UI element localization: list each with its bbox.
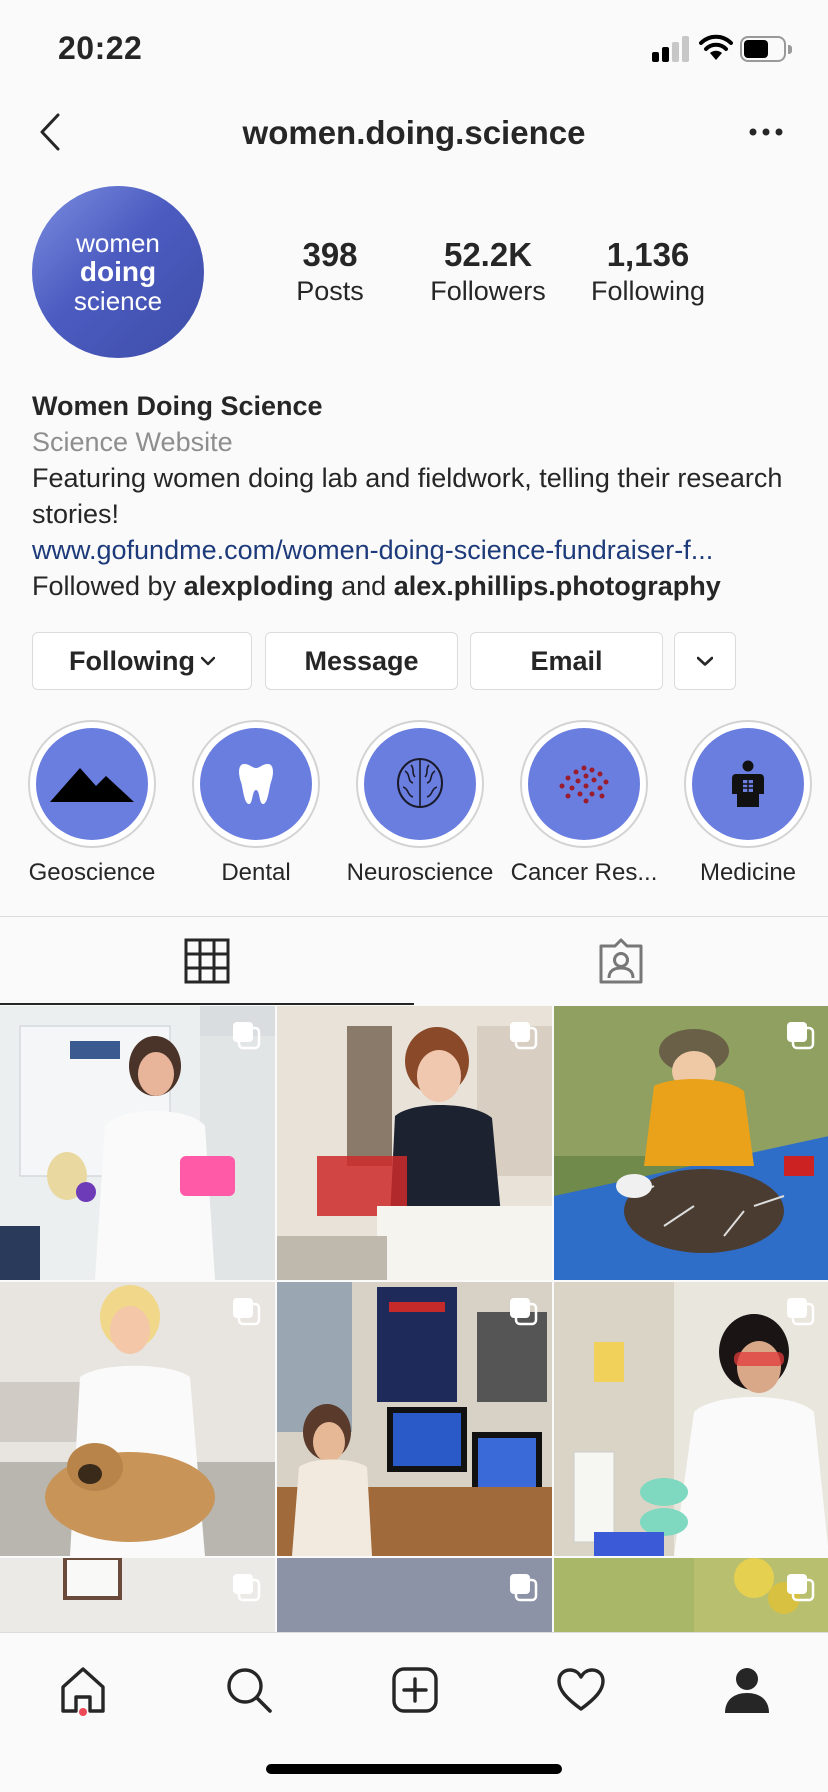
tab-tagged[interactable] (414, 917, 828, 1005)
stat-followers[interactable]: 52.2K Followers (398, 236, 578, 308)
profile-username-title: women.doing.science (242, 114, 586, 151)
highlight-neuroscience[interactable]: Neuroscience (338, 720, 502, 888)
profile-category: Science Website (32, 427, 233, 457)
nav-activity[interactable] (546, 1655, 616, 1725)
grid-icon (184, 938, 230, 984)
bio-text: Featuring women doing lab and fieldwork,… (32, 463, 783, 529)
brain-icon (397, 758, 443, 808)
multi-post-icon (510, 1022, 538, 1050)
post-thumbnail[interactable] (554, 1558, 828, 1632)
highlight-label: Medicine (699, 859, 797, 886)
posts-grid (0, 1006, 828, 1632)
post-thumbnail[interactable] (277, 1282, 552, 1556)
more-options-button[interactable] (744, 110, 788, 154)
home-indicator (266, 1764, 562, 1774)
stat-label: Posts (296, 276, 364, 306)
message-button-label: Message (304, 645, 419, 676)
profile-bio: Women Doing Science Science Website Feat… (32, 388, 802, 604)
post-thumbnail[interactable] (0, 1558, 275, 1632)
highlight-label: Cancer Res... (510, 859, 658, 886)
multi-post-icon (787, 1298, 815, 1326)
message-button[interactable]: Message (265, 632, 458, 690)
followed-by-user: alexploding (183, 571, 334, 601)
status-bar: 20:22 (0, 0, 828, 96)
email-button[interactable]: Email (470, 632, 663, 690)
heart-icon (557, 1668, 605, 1711)
followed-by-user: alex.phillips.photography (393, 571, 721, 601)
followed-by-prefix: Followed by (32, 571, 177, 601)
highlight-medicine[interactable]: Medicine (666, 720, 828, 888)
profile-stats: 398 Posts 52.2K Followers 1,136 Followin… (240, 236, 810, 316)
nav-new-post[interactable] (380, 1655, 450, 1725)
multi-post-icon (233, 1022, 261, 1050)
nav-bar: women.doing.science (0, 96, 828, 168)
suggested-accounts-button[interactable] (674, 632, 736, 690)
post-thumbnail[interactable] (0, 1006, 275, 1280)
story-highlights: Geoscience Dental Neuroscience Cancer Re… (0, 720, 828, 890)
profile-icon (725, 1668, 769, 1713)
stat-value: 52.2K (443, 236, 533, 273)
following-button-label: Following (69, 645, 195, 676)
tab-grid[interactable] (0, 917, 414, 1005)
chevron-down-icon (200, 656, 215, 666)
post-thumbnail[interactable] (0, 1282, 275, 1556)
active-tab-indicator (0, 1003, 414, 1005)
stat-value: 398 (302, 236, 358, 273)
nav-profile[interactable] (712, 1655, 782, 1725)
notification-dot (79, 1708, 87, 1716)
cells-icon (559, 765, 609, 804)
following-button[interactable]: Following (32, 632, 252, 690)
avatar-text-line: science (73, 286, 163, 316)
stat-posts[interactable]: 398 Posts (240, 236, 420, 308)
post-thumbnail[interactable] (554, 1006, 828, 1280)
stat-label: Followers (430, 276, 546, 306)
multi-post-icon (233, 1574, 261, 1602)
multi-post-icon (233, 1298, 261, 1326)
highlight-cancer-research[interactable]: Cancer Res... (502, 720, 666, 888)
followed-by[interactable]: Followed by alexploding and alex.phillip… (32, 568, 802, 604)
stat-label: Following (590, 276, 706, 306)
chevron-down-icon (697, 656, 713, 666)
profile-tabs (0, 917, 828, 1005)
multi-post-icon (510, 1298, 538, 1326)
nav-search[interactable] (214, 1655, 284, 1725)
mountain-icon (50, 768, 134, 802)
highlight-geoscience[interactable]: Geoscience (10, 720, 174, 888)
stat-following[interactable]: 1,136 Following (558, 236, 738, 308)
body-icon (732, 760, 764, 807)
highlight-label: Geoscience (28, 859, 156, 886)
multi-post-icon (510, 1574, 538, 1602)
search-icon (227, 1668, 272, 1713)
more-icon (749, 128, 783, 136)
profile-actions: Following Message Email (32, 632, 796, 690)
email-button-label: Email (530, 645, 603, 676)
post-thumbnail[interactable] (554, 1282, 828, 1556)
stat-value: 1,136 (606, 236, 690, 273)
post-thumbnail[interactable] (277, 1558, 552, 1632)
battery-icon (740, 36, 792, 62)
tagged-icon (599, 938, 643, 984)
avatar-text-line: doing (79, 256, 157, 287)
profile-avatar[interactable]: women doing science (32, 186, 204, 358)
profile-display-name: Women Doing Science (32, 391, 323, 421)
cellular-signal-icon (652, 36, 692, 62)
multi-post-icon (787, 1022, 815, 1050)
highlight-label: Dental (221, 859, 291, 886)
add-post-icon (392, 1667, 438, 1713)
highlight-dental[interactable]: Dental (174, 720, 338, 888)
multi-post-icon (787, 1574, 815, 1602)
wifi-icon (698, 34, 734, 62)
post-thumbnail[interactable] (277, 1006, 552, 1280)
followed-by-and: and (341, 571, 387, 601)
tooth-icon (239, 764, 273, 804)
highlight-label: Neuroscience (346, 859, 494, 886)
bio-link[interactable]: www.gofundme.com/women-doing-science-fun… (32, 532, 792, 568)
avatar-text-line: women (76, 228, 160, 258)
status-time: 20:22 (58, 30, 143, 66)
